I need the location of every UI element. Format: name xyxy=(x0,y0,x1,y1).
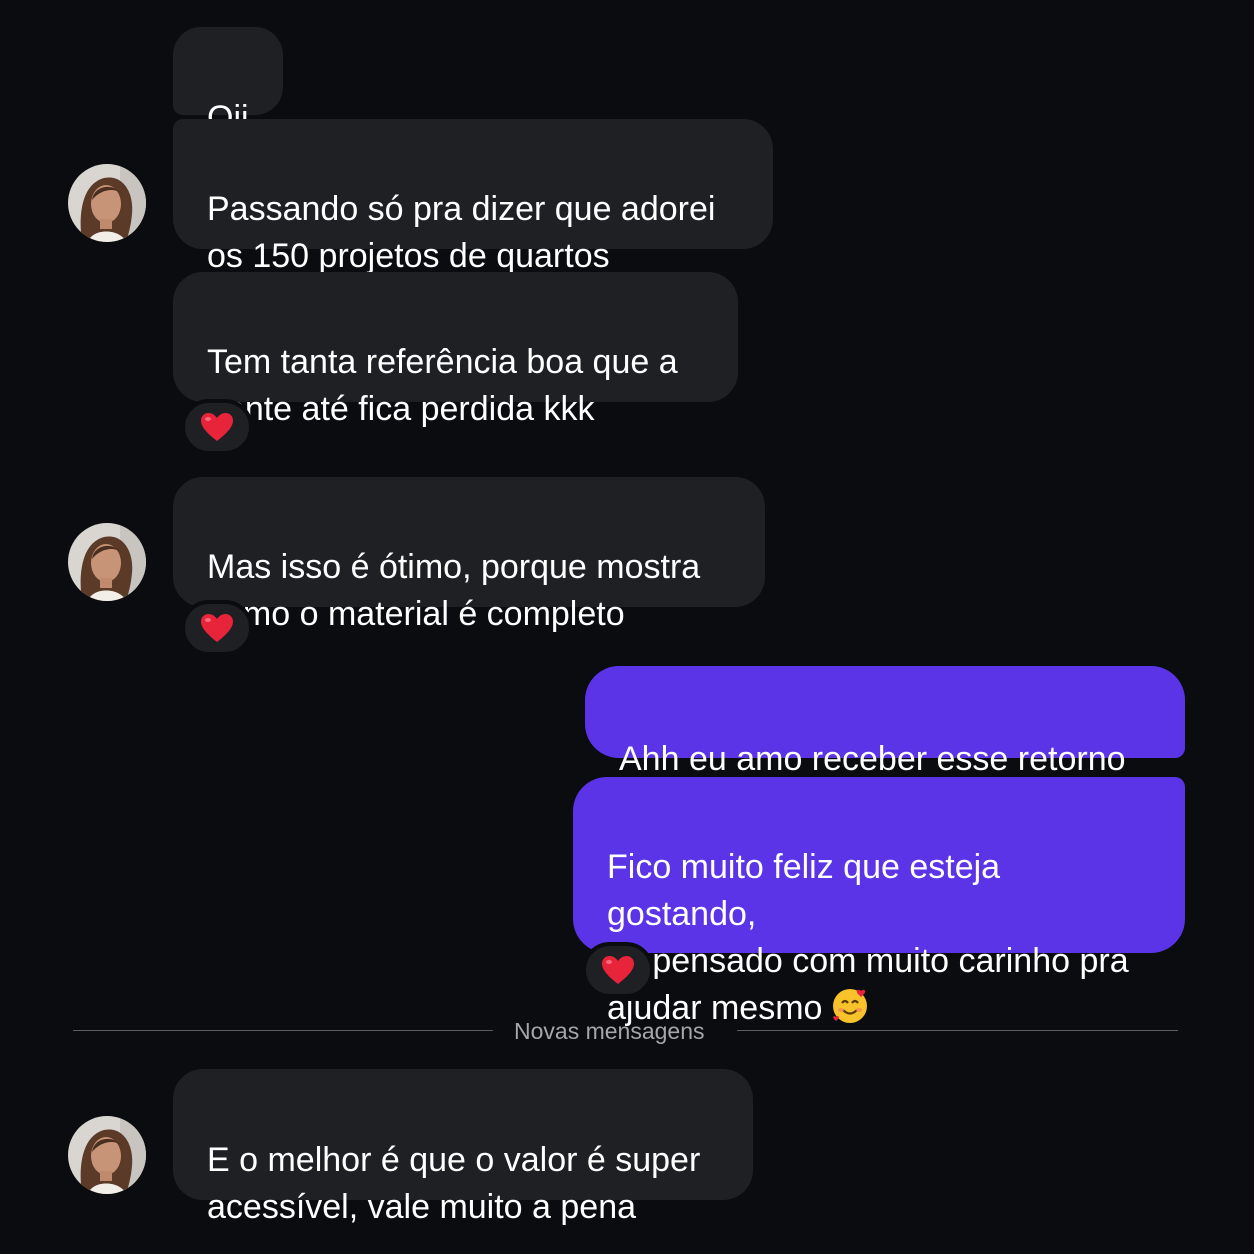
message-bubble-outgoing[interactable]: Fico muito feliz que esteja gostando, fo… xyxy=(573,777,1185,1027)
message-reaction[interactable] xyxy=(582,942,654,998)
message-text: E o melhor é que o valor é super acessív… xyxy=(207,1141,701,1226)
message-bubble-incoming[interactable]: E o melhor é que o valor é super acessív… xyxy=(173,1069,753,1226)
divider-line-left xyxy=(73,1030,493,1031)
message-text: Mas isso é ótimo, porque mostra como o m… xyxy=(207,548,701,633)
contact-avatar[interactable] xyxy=(68,523,146,601)
heart-icon xyxy=(201,413,233,441)
message-text: Tem tanta referência boa que a gente até… xyxy=(207,343,678,428)
message-bubble-incoming[interactable]: Passando só pra dizer que adorei os 150 … xyxy=(173,119,773,275)
message-bubble-incoming[interactable]: Tem tanta referência boa que a gente até… xyxy=(173,272,738,428)
heart-icon xyxy=(201,614,233,642)
message-text: Passando só pra dizer que adorei os 150 … xyxy=(207,190,716,275)
message-bubble-incoming[interactable]: Oii xyxy=(173,27,283,137)
contact-avatar[interactable] xyxy=(68,164,146,242)
message-reaction[interactable] xyxy=(181,600,253,656)
avatar-photo-icon xyxy=(68,164,146,242)
contact-avatar[interactable] xyxy=(68,1116,146,1194)
new-messages-label: Novas mensagens xyxy=(514,1018,705,1044)
message-bubble-incoming[interactable]: Mas isso é ótimo, porque mostra como o m… xyxy=(173,477,765,633)
message-text: Ahh eu amo receber esse retorno xyxy=(619,740,1126,778)
heart-icon xyxy=(602,956,634,984)
avatar-photo-icon xyxy=(68,1116,146,1194)
message-reaction[interactable] xyxy=(181,399,253,455)
message-bubble-outgoing[interactable]: Ahh eu amo receber esse retorno xyxy=(585,666,1185,822)
avatar-photo-icon xyxy=(68,523,146,601)
divider-line-right xyxy=(737,1030,1178,1031)
